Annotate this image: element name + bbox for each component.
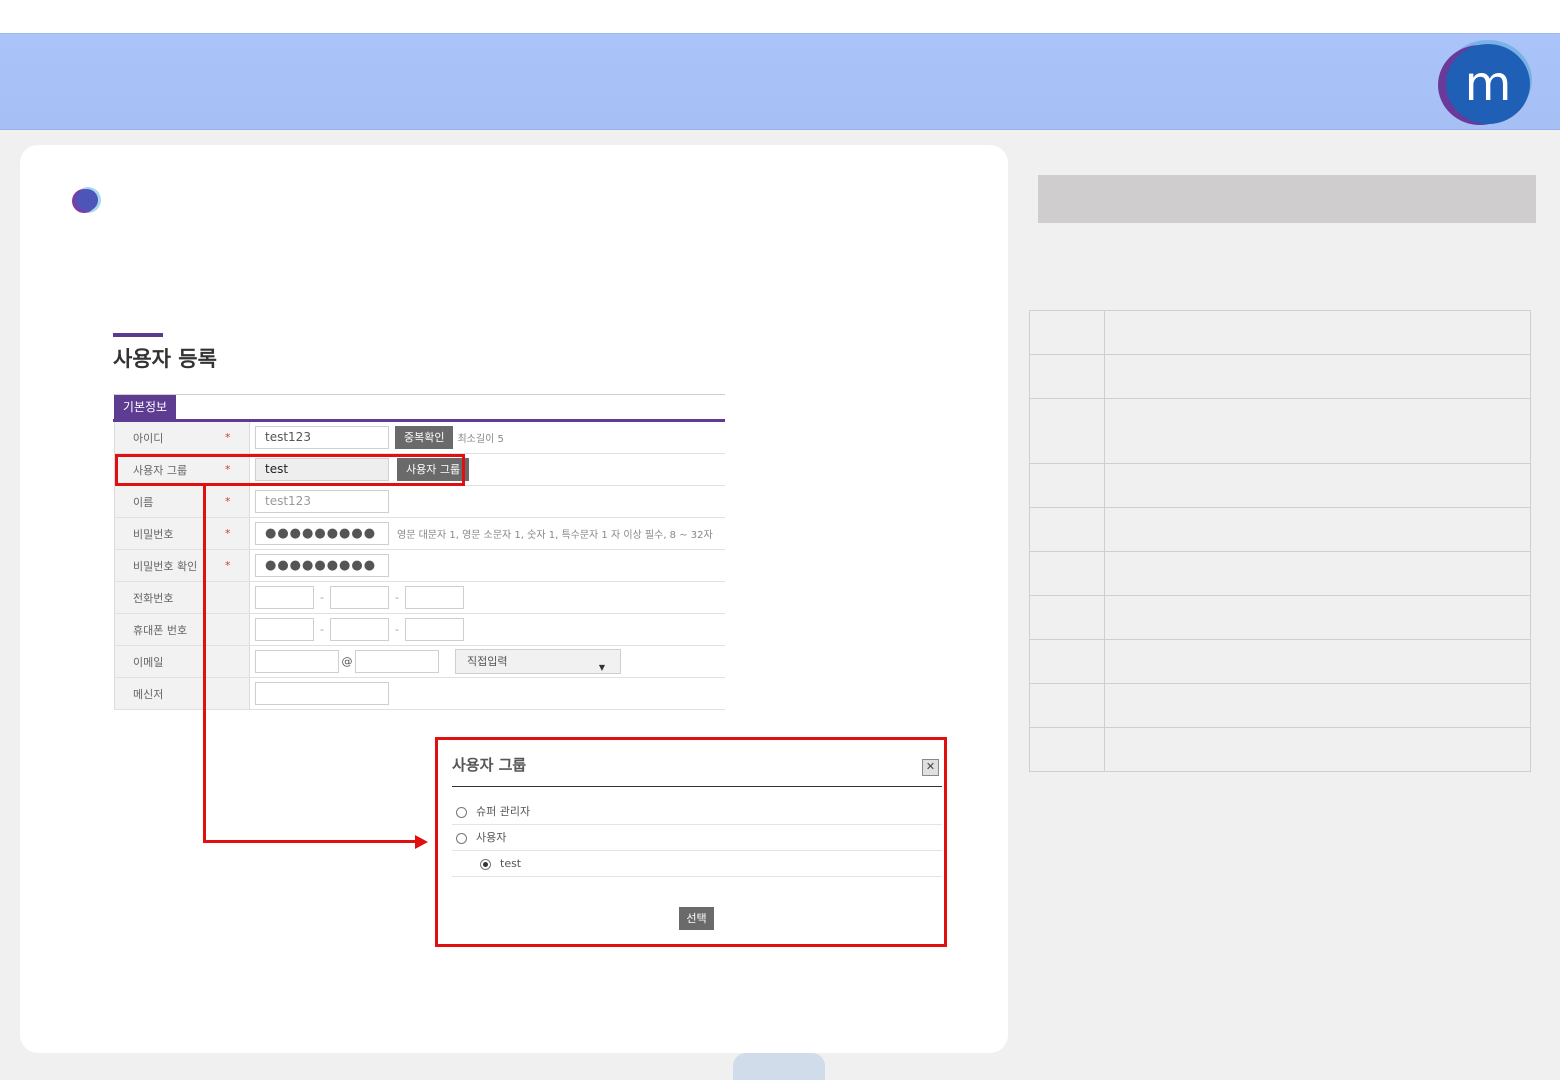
group-option[interactable]: 슈퍼 관리자: [452, 799, 942, 825]
id-input[interactable]: test123: [255, 426, 389, 449]
form-row-password: 비밀번호 * ●●●●●●●●● 영문 대문자 1, 영문 소문자 1, 숫자 1…: [114, 517, 725, 550]
popup-divider: [452, 786, 942, 787]
field-label: 휴대폰 번호: [114, 613, 225, 646]
required-mark: [225, 645, 250, 678]
field-label: 아이디: [114, 422, 225, 454]
radio-icon[interactable]: [456, 806, 467, 818]
group-option[interactable]: 사용자: [452, 825, 942, 851]
field-label: 메신저: [114, 677, 225, 710]
required-mark: *: [225, 485, 250, 518]
right-panel-table: [1029, 310, 1531, 772]
email-id-input[interactable]: [255, 650, 339, 673]
field-label: 이메일: [114, 645, 225, 678]
required-mark: [225, 581, 250, 614]
mobile-input-3[interactable]: [405, 618, 464, 641]
required-mark: *: [225, 517, 250, 550]
duplicate-check-button[interactable]: 중복확인: [395, 426, 454, 449]
radio-selected-icon[interactable]: [480, 858, 491, 870]
email-domain-input[interactable]: [355, 650, 439, 673]
radio-icon[interactable]: [456, 832, 467, 844]
separator: -: [320, 591, 324, 604]
phone-input-1[interactable]: [255, 586, 314, 609]
option-label: 사용자: [476, 831, 507, 844]
form-row-password-confirm: 비밀번호 확인 * ●●●●●●●●●: [114, 549, 725, 582]
password-input[interactable]: ●●●●●●●●●: [255, 522, 389, 545]
field-label: 비밀번호: [114, 517, 225, 550]
form-row-name: 이름 * test123: [114, 485, 725, 518]
title-accent-bar: [113, 333, 163, 337]
option-label: test: [500, 857, 522, 870]
group-option[interactable]: test: [452, 851, 942, 877]
form-row-id: 아이디 * test123 중복확인 최소길이 5: [114, 422, 725, 454]
chevron-down-icon: ▼: [598, 663, 605, 672]
field-label: 비밀번호 확인: [114, 549, 225, 582]
required-mark: [225, 677, 250, 710]
tab-divider: [113, 394, 725, 395]
field-label: 이름: [114, 485, 225, 518]
top-bar: [0, 0, 1560, 33]
id-hint: 최소길이 5: [457, 434, 504, 445]
password-hint: 영문 대문자 1, 영문 소문자 1, 숫자 1, 특수문자 1 자 이상 필수…: [397, 530, 713, 541]
section-bullet-icon: [72, 187, 101, 213]
page-title: 사용자 등록: [113, 347, 217, 371]
required-mark: *: [225, 422, 250, 454]
popup-title: 사용자 그룹: [452, 756, 527, 774]
separator: -: [395, 591, 399, 604]
highlight-box: [115, 454, 465, 486]
required-mark: [225, 613, 250, 646]
arrow-right-icon: [415, 835, 428, 849]
right-panel-header: [1038, 175, 1536, 223]
email-domain-select[interactable]: 직접입력 ▼: [455, 649, 621, 674]
form-row-email: 이메일 @ 직접입력 ▼: [114, 645, 725, 678]
close-icon[interactable]: ✕: [922, 759, 939, 776]
user-group-popup: 사용자 그룹 ✕ 슈퍼 관리자 사용자 test 선택: [435, 737, 947, 947]
form-row-messenger: 메신저: [114, 677, 725, 710]
messenger-input[interactable]: [255, 682, 389, 705]
mobile-input-2[interactable]: [330, 618, 389, 641]
select-value: 직접입력: [467, 655, 508, 668]
separator: -: [395, 623, 399, 636]
brand-logo: m: [1438, 40, 1532, 125]
tab-basic-info[interactable]: 기본정보: [114, 395, 176, 419]
mobile-input-1[interactable]: [255, 618, 314, 641]
password-confirm-input[interactable]: ●●●●●●●●●: [255, 554, 389, 577]
header-banner: [0, 33, 1560, 130]
option-label: 슈퍼 관리자: [476, 805, 531, 818]
field-label: 전화번호: [114, 581, 225, 614]
required-mark: *: [225, 549, 250, 582]
svg-text:m: m: [1465, 56, 1512, 112]
scroll-handle[interactable]: [733, 1053, 825, 1080]
separator: -: [320, 623, 324, 636]
phone-input-3[interactable]: [405, 586, 464, 609]
name-input[interactable]: test123: [255, 490, 389, 513]
connector-line: [203, 840, 417, 843]
form-row-mobile: 휴대폰 번호 - -: [114, 613, 725, 646]
select-button[interactable]: 선택: [679, 907, 714, 930]
connector-line: [203, 486, 206, 842]
phone-input-2[interactable]: [330, 586, 389, 609]
form-row-phone: 전화번호 - -: [114, 581, 725, 614]
at-sign: @: [341, 655, 353, 668]
